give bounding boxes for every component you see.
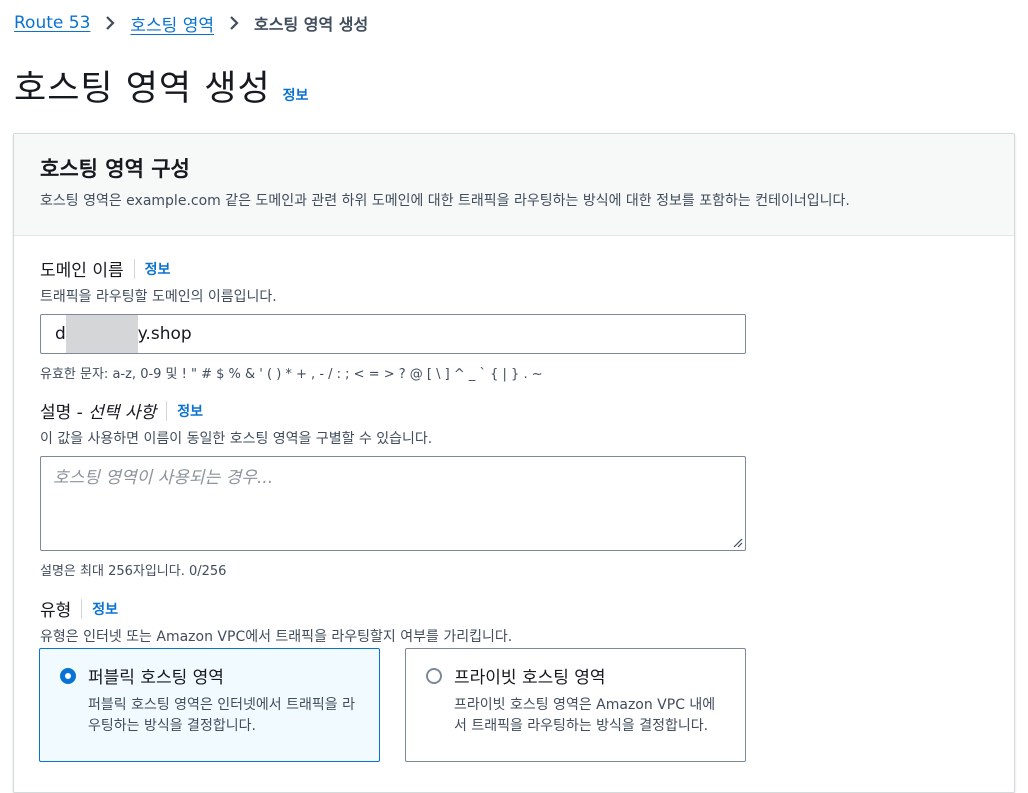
domain-name-field: 도메인 이름 정보 트래픽을 라우팅할 도메인의 이름입니다. d y.shop… [40, 256, 746, 382]
redacted-block [65, 315, 138, 353]
tile-title: 프라이빗 호스팅 영역 [454, 668, 606, 688]
domain-name-constraint: 유효한 문자: a-z, 0-9 및 ! " # $ % & ' ( ) * +… [40, 367, 543, 382]
breadcrumb: Route 53 호스팅 영역 호스팅 영역 생성 [14, 10, 368, 36]
breadcrumb-route53-link[interactable]: Route 53 [14, 13, 90, 33]
comment-field: 설명 - 선택 사항 정보 이 값을 사용하면 이름이 동일한 호스팅 영역을 … [40, 398, 746, 579]
resize-handle-icon[interactable] [731, 536, 743, 548]
page-header: 호스팅 영역 생성 정보 [14, 60, 308, 111]
label-divider [133, 258, 135, 279]
comment-constraint: 설명은 최대 256자입니다. 0/256 [40, 564, 227, 579]
comment-description: 이 값을 사용하면 이름이 동일한 호스팅 영역을 구별할 수 있습니다. [40, 431, 433, 447]
panel-title: 호스팅 영역 구성 [40, 157, 190, 181]
panel-header: 호스팅 영역 구성 호스팅 영역은 example.com 같은 도메인과 관련… [14, 134, 1014, 236]
label-divider [81, 598, 83, 619]
panel-description: 호스팅 영역은 example.com 같은 도메인과 관련 하위 도메인에 대… [40, 193, 850, 209]
breadcrumb-current: 호스팅 영역 생성 [254, 15, 369, 34]
domain-name-label: 도메인 이름 [40, 261, 124, 281]
tile-description: 퍼블릭 호스팅 영역은 인터넷에서 트래픽을 라우팅하는 방식을 결정합니다. [88, 697, 355, 734]
comment-label-optional: 선택 사항 [88, 403, 157, 423]
type-field: 유형 정보 유형은 인터넷 또는 Amazon VPC에서 트래픽을 라우팅할지… [40, 596, 512, 646]
type-label: 유형 [40, 601, 72, 621]
comment-label: 설명 - 선택 사항 [40, 398, 156, 423]
domain-name-input[interactable]: d y.shop [40, 314, 746, 354]
domain-value-suffix: y.shop [137, 324, 192, 344]
chevron-right-icon [228, 15, 240, 31]
public-hosted-zone-tile[interactable]: 퍼블릭 호스팅 영역 퍼블릭 호스팅 영역은 인터넷에서 트래픽을 라우팅하는 … [39, 648, 380, 762]
label-divider [166, 400, 168, 421]
type-info-link[interactable]: 정보 [92, 599, 118, 619]
tile-description: 프라이빗 호스팅 영역은 Amazon VPC 내에서 트래픽을 라우팅하는 방… [454, 697, 716, 734]
tile-title: 퍼블릭 호스팅 영역 [88, 668, 224, 688]
comment-placeholder: 호스팅 영역이 사용되는 경우... [53, 468, 274, 488]
domain-name-description: 트래픽을 라우팅할 도메인의 이름입니다. [40, 289, 277, 305]
comment-info-link[interactable]: 정보 [177, 401, 203, 421]
domain-info-link[interactable]: 정보 [145, 259, 171, 279]
breadcrumb-hosted-zones-link[interactable]: 호스팅 영역 [130, 11, 214, 36]
comment-textarea[interactable]: 호스팅 영역이 사용되는 경우... [40, 456, 746, 551]
domain-value-prefix: d [55, 324, 66, 344]
comment-label-text: 설명 - [40, 403, 89, 423]
type-description: 유형은 인터넷 또는 Amazon VPC에서 트래픽을 라우팅할지 여부를 가… [40, 629, 513, 645]
page-info-link[interactable]: 정보 [283, 85, 309, 105]
radio-unselected-icon[interactable] [426, 667, 442, 684]
hosted-zone-config-panel: 호스팅 영역 구성 호스팅 영역은 example.com 같은 도메인과 관련… [13, 133, 1015, 793]
private-hosted-zone-tile[interactable]: 프라이빗 호스팅 영역 프라이빗 호스팅 영역은 Amazon VPC 내에서 … [405, 648, 746, 762]
radio-selected-icon[interactable] [60, 667, 76, 684]
page-title: 호스팅 영역 생성 [14, 69, 271, 109]
chevron-right-icon [104, 15, 116, 31]
